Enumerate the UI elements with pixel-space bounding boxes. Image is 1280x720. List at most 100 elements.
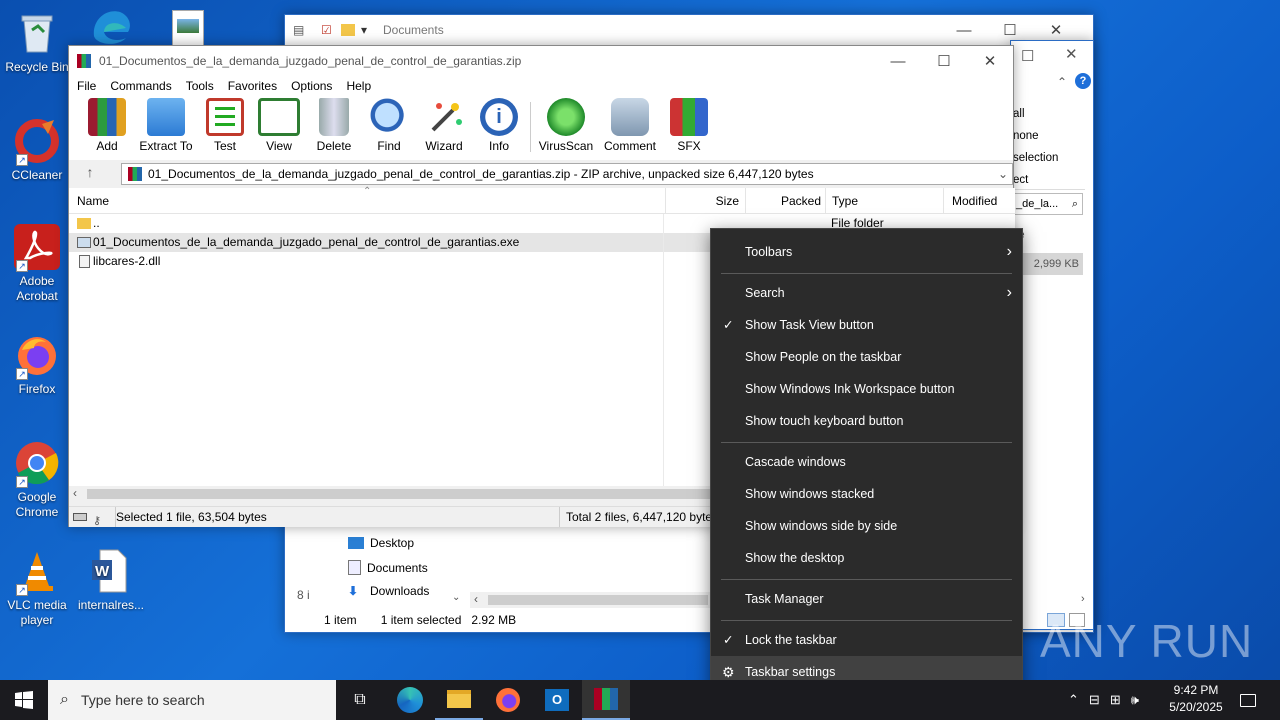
ribbon-collapse-icon[interactable]: ⌃ [1057,75,1067,89]
desktop-icon-adobe-acrobat[interactable]: ↗ Adobe Acrobat [0,224,74,304]
volume-icon[interactable]: 🕪 [1131,692,1139,708]
column-modified[interactable]: Modified [943,188,1015,214]
path-dropdown-icon[interactable]: ⌄ [998,164,1008,184]
folder-icon[interactable] [341,24,355,36]
start-button[interactable] [0,680,48,720]
menu-favorites[interactable]: Favorites [228,76,277,96]
taskbar-search-box[interactable]: ⌕ Type here to search [48,680,336,720]
invert-selection-label[interactable]: selection [1013,147,1058,169]
chevron-up-icon[interactable]: ⌃ [1068,692,1079,708]
menu-item-toolbars[interactable]: Toolbars › [711,236,1022,268]
menu-file[interactable]: File [77,76,96,96]
name-column-divider [663,214,664,486]
toolbar-add-button[interactable]: Add [79,96,135,153]
chrome-icon: ↗ [14,440,60,488]
search-input[interactable]: _de_la... [1016,198,1058,210]
nav-item-desktop[interactable]: Desktop [348,536,414,550]
taskbar-firefox[interactable] [484,680,532,720]
menu-item-show-desktop[interactable]: Show the desktop [711,542,1022,574]
toolbar-virusscan-button[interactable]: VirusScan [537,96,595,153]
desktop-icon-google-chrome[interactable]: ↗ Google Chrome [0,440,74,520]
help-icon[interactable]: ? [1075,73,1091,89]
menu-item-search[interactable]: Search › [711,277,1022,309]
scroll-right-arrow[interactable]: › [1081,593,1085,605]
search-box[interactable]: _de_la... ⌕ [1011,193,1083,215]
winrar-app-icon [77,54,91,68]
taskbar-outlook[interactable]: O [533,680,581,720]
toolbar-extract-button[interactable]: Extract To [138,96,194,153]
nav-item-documents[interactable]: Documents [348,560,428,575]
properties-icon[interactable]: ▤ [293,23,311,37]
toolbar-view-button[interactable]: View [251,96,307,153]
image-file-desktop-icon[interactable] [172,10,204,46]
desktop-icon-ccleaner[interactable]: ↗ CCleaner [0,118,74,183]
desktop-icon-recycle-bin[interactable]: Recycle Bin [0,10,74,75]
desktop-folder-icon [348,537,364,549]
taskbar-edge[interactable] [386,680,434,720]
minimize-button[interactable]: — [875,53,921,70]
toolbar-sfx-button[interactable]: SFX [661,96,717,153]
column-name[interactable]: Name [77,188,109,214]
winrar-title: 01_Documentos_de_la_demanda_juzgado_pena… [99,54,522,68]
word-document-icon: W [88,548,134,594]
desktop-icon-vlc[interactable]: ↗ VLC media player [0,548,74,628]
minimize-button[interactable]: — [941,22,987,39]
notification-button[interactable] [1236,680,1260,720]
clock[interactable]: 9:42 PM 5/20/2025 [1160,682,1232,716]
menu-item-show-touch-keyboard[interactable]: Show touch keyboard button [711,405,1022,437]
select-all-label[interactable]: all [1013,103,1058,125]
qat-dropdown-icon[interactable]: ▾ [361,23,375,37]
file-list-header: ⌃ Name Size Packed Type Modified [69,186,1015,214]
column-size[interactable]: Size [665,188,739,214]
scroll-left-arrow[interactable]: ‹ [474,592,478,606]
toolbar-wizard-button[interactable]: Wizard [416,96,472,153]
nav-scroll-down-icon[interactable]: ⌄ [452,592,460,603]
menu-item-show-ink-workspace[interactable]: Show Windows Ink Workspace button [711,373,1022,405]
maximize-button[interactable]: ☐ [921,52,967,70]
close-button[interactable]: ✕ [967,52,1013,70]
taskbar-file-explorer[interactable] [435,680,483,720]
menu-item-show-task-view[interactable]: ✓ Show Task View button [711,309,1022,341]
maximize-button[interactable]: ☐ [987,21,1033,39]
maximize-button[interactable]: ☐ [1021,47,1034,65]
desktop-icon-label: Recycle Bin [5,60,69,74]
menu-item-task-manager[interactable]: Task Manager [711,583,1022,615]
explorer-hscrollbar[interactable]: ‹ [470,592,710,608]
menu-tools[interactable]: Tools [186,76,214,96]
desktop-icon-word-doc[interactable]: W internalres... [74,548,148,613]
explorer-nav-pane: Desktop Documents ⬇ Downloads ⌄ [310,528,466,608]
column-type[interactable]: Type [825,188,943,214]
menu-item-windows-stacked[interactable]: Show windows stacked [711,478,1022,510]
nav-item-downloads[interactable]: ⬇ Downloads [348,584,429,598]
toolbar-comment-button[interactable]: Comment [601,96,659,153]
select-label[interactable]: ect [1013,169,1058,191]
close-button[interactable]: ✕ [1033,21,1079,39]
column-packed[interactable]: Packed [745,188,821,214]
menu-options[interactable]: Options [291,76,332,96]
menu-help[interactable]: Help [346,76,371,96]
download-arrow-icon: ⬇ [348,584,359,598]
close-button[interactable]: ✕ [1065,45,1078,63]
path-combobox[interactable]: 01_Documentos_de_la_demanda_juzgado_pena… [121,163,1013,185]
wifi-icon[interactable]: ⊞ [1110,692,1121,708]
network-icon[interactable]: ⊟ [1089,692,1100,708]
toolbar-delete-button[interactable]: Delete [306,96,362,153]
menu-commands[interactable]: Commands [110,76,171,96]
edge-desktop-icon[interactable] [88,6,136,46]
checkmark-icon[interactable]: ☑ [321,23,341,37]
task-view-button[interactable]: ⧉ [336,680,384,720]
toolbar-test-button[interactable]: Test [197,96,253,153]
taskbar-winrar[interactable] [582,680,630,720]
menu-item-side-by-side[interactable]: Show windows side by side [711,510,1022,542]
scroll-left-arrow[interactable]: ‹ [73,486,77,500]
toolbar-find-button[interactable]: Find [361,96,417,153]
menu-item-show-people[interactable]: Show People on the taskbar [711,341,1022,373]
select-none-label[interactable]: none [1013,125,1058,147]
desktop-icon-firefox[interactable]: ↗ Firefox [0,332,74,397]
search-input[interactable]: Type here to search [81,692,205,708]
test-clipboard-icon [206,98,244,136]
up-folder-button[interactable]: ↑ [79,164,101,184]
menu-item-cascade-windows[interactable]: Cascade windows [711,446,1022,478]
toolbar-info-button[interactable]: i Info [471,96,527,153]
menu-item-lock-taskbar[interactable]: ✓ Lock the taskbar [711,624,1022,656]
